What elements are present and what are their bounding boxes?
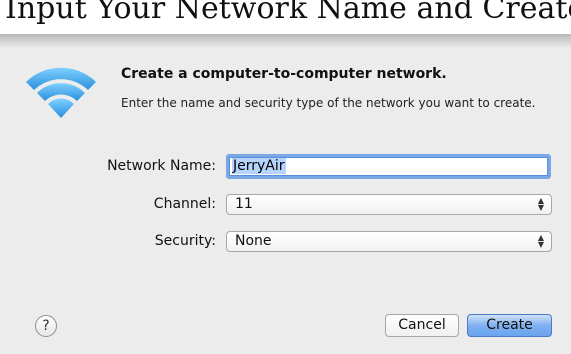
security-popup[interactable]: None ▲ ▼ [226,231,552,252]
network-name-value: JerryAir [232,158,286,174]
channel-value: 11 [235,196,253,212]
security-label: Security: [154,233,216,249]
network-name-label: Network Name: [107,158,216,174]
cancel-button[interactable]: Cancel [385,314,459,337]
security-value: None [235,233,272,249]
help-icon: ? [42,318,50,334]
chevron-updown-icon: ▲ ▼ [537,196,545,212]
channel-popup[interactable]: 11 ▲ ▼ [226,194,552,215]
network-name-field[interactable]: JerryAir [226,154,551,179]
chevron-updown-icon: ▲ ▼ [537,233,545,249]
wifi-icon [26,67,96,118]
dialog-top-shadow [0,34,571,48]
channel-label: Channel: [153,196,216,212]
dialog-description: Enter the name and security type of the … [121,96,536,110]
page-caption: Input Your Network Name and Create it [5,0,571,26]
create-button[interactable]: Create [467,314,552,337]
help-button[interactable]: ? [35,315,57,337]
dialog-headline: Create a computer-to-computer network. [121,66,447,82]
